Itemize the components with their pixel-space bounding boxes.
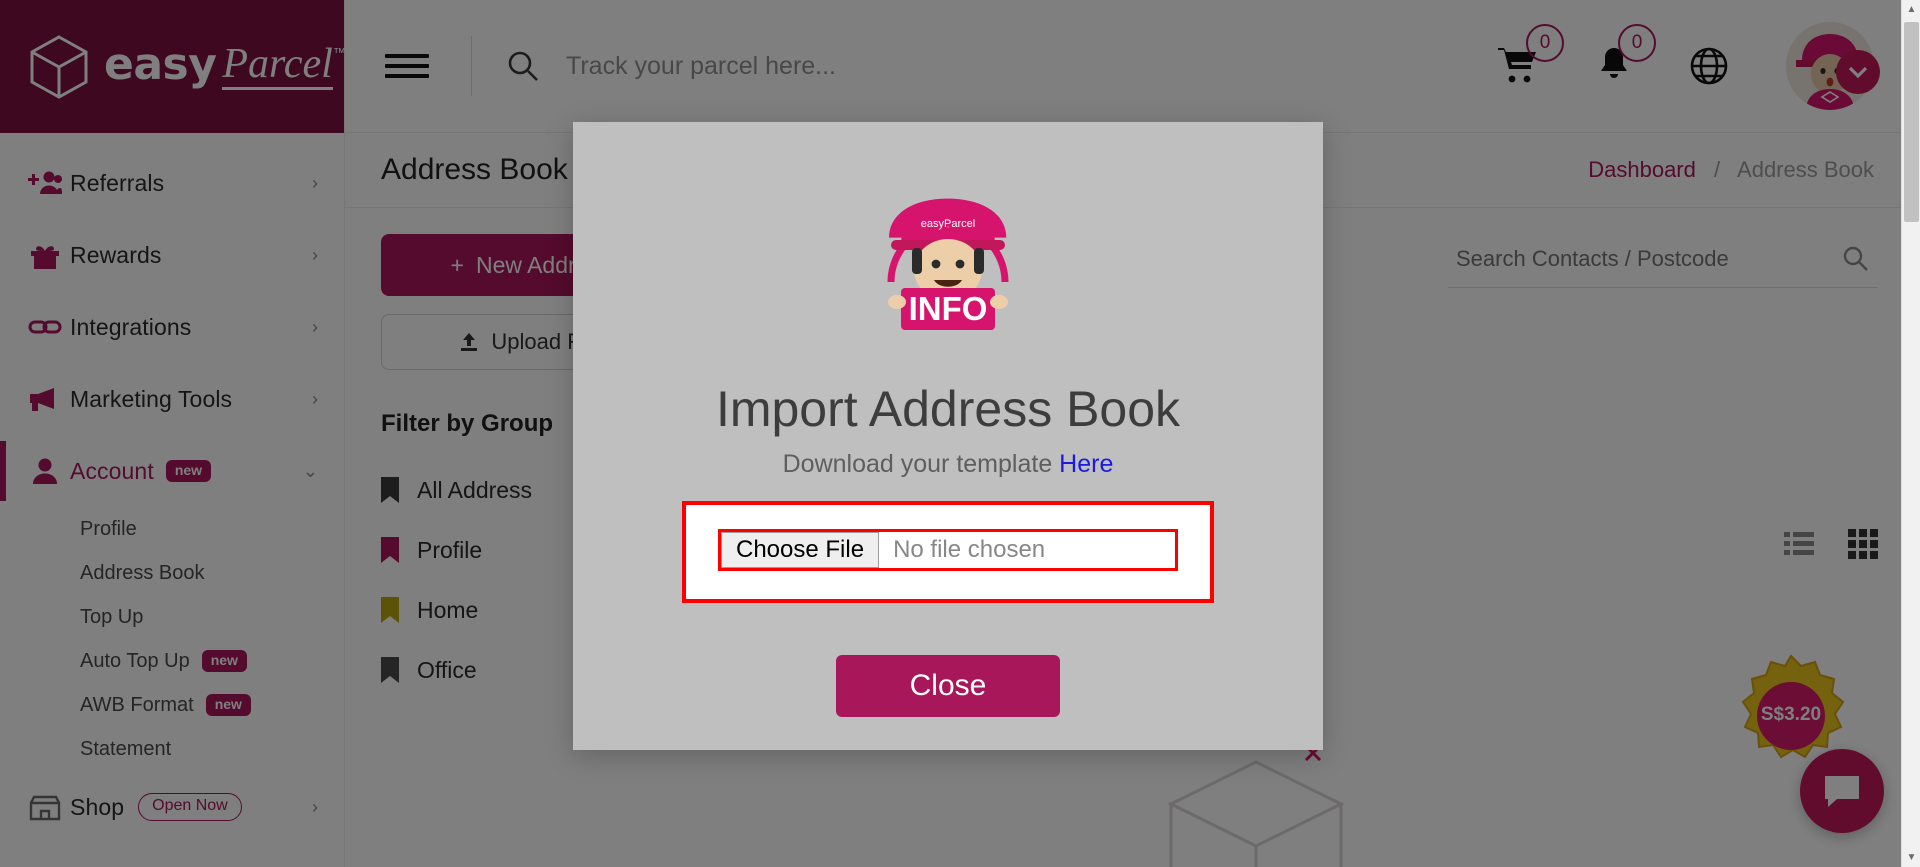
vertical-scrollbar[interactable]: ▲ ▼	[1901, 0, 1920, 867]
choose-file-button[interactable]: Choose File	[721, 532, 880, 568]
import-address-book-modal: easyParcel INFO Import Address Book Down…	[573, 122, 1323, 750]
scrollbar-thumb[interactable]	[1904, 22, 1919, 222]
mascot-sign-text: INFO	[909, 290, 988, 327]
modal-title: Import Address Book	[715, 381, 1181, 437]
template-download-link[interactable]: Here	[1059, 450, 1113, 478]
info-mascot: easyParcel INFO	[887, 198, 1009, 330]
file-status-label: No file chosen	[893, 536, 1046, 563]
close-button[interactable]: Close	[836, 655, 1060, 717]
modal-subtitle-text: Download your template	[782, 450, 1060, 478]
scroll-up-arrow[interactable]: ▲	[1902, 0, 1920, 19]
scroll-down-arrow[interactable]: ▼	[1902, 848, 1920, 867]
svg-text:easyParcel: easyParcel	[921, 218, 975, 230]
modal-subtitle: Download your template Here	[573, 450, 1323, 479]
app-root: easy Parcel ™ Referr	[0, 0, 1920, 867]
file-upload-highlight: Choose File No file chosen	[682, 501, 1214, 603]
file-input-row[interactable]: Choose File No file chosen	[718, 529, 1178, 571]
